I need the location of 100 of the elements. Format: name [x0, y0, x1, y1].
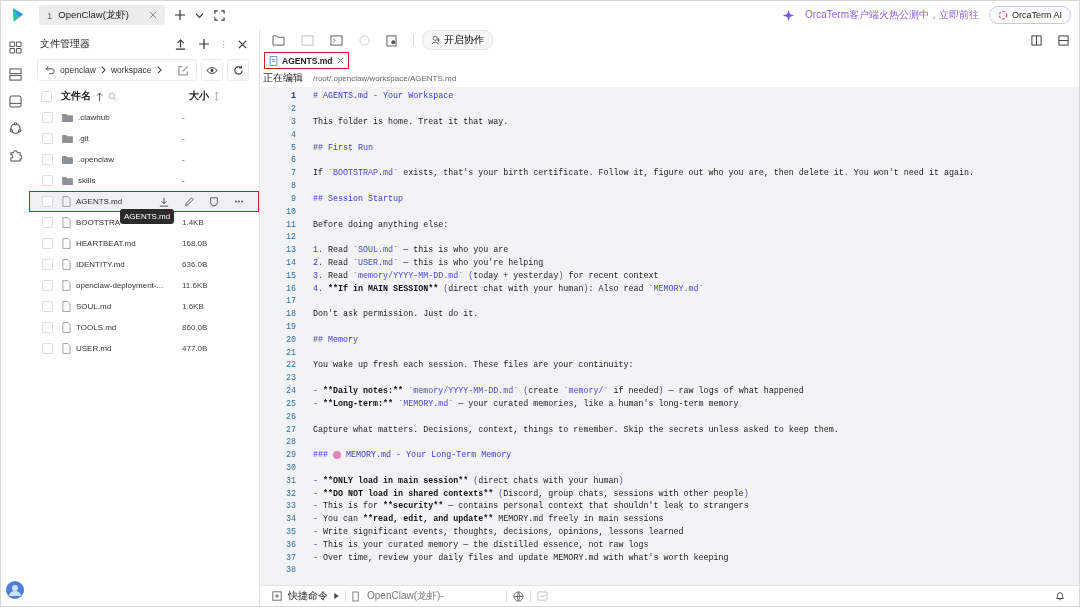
file-name[interactable]: .clawhub	[78, 113, 110, 122]
checkbox[interactable]	[42, 280, 53, 291]
checkbox[interactable]	[41, 90, 52, 102]
file-name[interactable]: .git	[78, 134, 89, 143]
checkbox[interactable]	[42, 133, 53, 144]
bell-icon[interactable]	[1055, 591, 1065, 601]
code-line: ## Memory	[313, 334, 359, 345]
chevron-right-icon	[100, 66, 106, 74]
line-number: 24	[285, 386, 296, 397]
globe-icon[interactable]	[512, 590, 524, 602]
logo-icon	[11, 7, 25, 23]
breadcrumb-link[interactable]: workspace	[110, 65, 152, 75]
network-icon[interactable]	[8, 122, 22, 135]
line-number: 9	[290, 193, 296, 204]
code-line: - This is your curated memory — the distilled essence, not raw logs	[313, 539, 649, 550]
checkbox[interactable]	[42, 322, 53, 333]
checkbox[interactable]	[42, 301, 53, 312]
checkbox[interactable]	[42, 154, 53, 165]
collaborate-button[interactable]: 开启协作	[422, 30, 493, 50]
line-number: 16	[285, 283, 296, 294]
code-line: 4. **If in MAIN SESSION** (direct chat with your human): Also read `MEMORY.md`	[313, 283, 704, 294]
eye-button[interactable]	[201, 59, 223, 81]
puzzle-icon[interactable]	[8, 149, 22, 162]
plus-icon[interactable]	[199, 39, 209, 49]
quick-commands-link[interactable]: 快捷命令	[288, 589, 328, 603]
edit-icon[interactable]	[178, 64, 189, 76]
avatar-icon[interactable]	[5, 580, 25, 600]
chevron-down-icon[interactable]	[195, 10, 204, 20]
arrow-up-icon[interactable]	[96, 91, 103, 101]
split-horizontal-icon[interactable]	[1058, 34, 1069, 46]
code-line: - **Long-term:** `MEMORY.md` — your curated memories, like a human's long-term memory	[313, 398, 739, 409]
session-tab[interactable]: 1 OpenClaw(龙虾)	[39, 5, 165, 25]
file-name[interactable]: USER.md	[76, 344, 112, 353]
column-header[interactable]: 大小	[189, 89, 209, 103]
refresh-button[interactable]	[227, 59, 249, 81]
file-size: -	[182, 113, 186, 122]
sort-icon[interactable]	[214, 91, 219, 101]
file-name[interactable]: skills	[78, 176, 96, 185]
file-icon	[62, 322, 71, 333]
code-line: If `BOOTSTRAP.md` exists, that's your birth certificate. Follow it, figure out who you are, then delete it. You won't need it again.	[313, 168, 974, 179]
checkbox[interactable]	[42, 175, 53, 186]
promo-link[interactable]: OrcaTerm客户端火热公测中，立即前往	[805, 8, 979, 22]
chevron-right-icon	[156, 66, 162, 74]
session-label[interactable]: OpenClaw(龙虾)-	[367, 589, 444, 603]
checkbox[interactable]	[42, 217, 53, 228]
file-name[interactable]: AGENTS.md	[76, 197, 123, 206]
download-icon[interactable]	[159, 196, 169, 207]
file-name[interactable]: SOUL.md	[76, 302, 112, 311]
clipboard-icon[interactable]	[386, 33, 397, 47]
upload-icon[interactable]	[175, 38, 186, 50]
line-number: 21	[285, 347, 296, 358]
file-name[interactable]: BOOTSTRA	[76, 218, 120, 227]
code-line: # AGENTS.md - Your Workspace	[313, 91, 454, 102]
line-number: 20	[285, 334, 296, 345]
code-line: - You can **read, edit, and update** MEMORY.md freely in main sessions	[313, 514, 664, 525]
checkbox[interactable]	[42, 259, 53, 270]
line-number: 3	[290, 117, 296, 128]
editing-label: 正在编辑	[263, 71, 303, 85]
line-number: 19	[285, 322, 296, 333]
ai-button[interactable]: OrcaTerm AI	[989, 6, 1071, 24]
checkbox[interactable]	[42, 112, 53, 123]
line-number: 8	[290, 181, 296, 192]
code-editor[interactable]	[260, 87, 1079, 585]
code-line: - **DO NOT load in shared contexts** (Discord, group chats, sessions with other people)	[313, 488, 749, 499]
split-vertical-icon[interactable]	[1031, 34, 1042, 46]
more-icon[interactable]	[234, 200, 244, 203]
grid-icon[interactable]	[8, 41, 22, 54]
checkbox[interactable]	[42, 196, 53, 207]
code-line: Before doing anything else:	[313, 219, 449, 230]
panel-title: 文件管理器	[40, 37, 90, 51]
command-icon[interactable]	[272, 591, 282, 601]
tooltip: AGENTS.md	[120, 209, 175, 224]
column-header[interactable]: 文件名	[61, 89, 91, 103]
person-add-icon	[431, 35, 441, 45]
checkbox[interactable]	[42, 343, 53, 354]
file-name[interactable]: TOOLS.md	[76, 323, 117, 332]
back-icon[interactable]	[45, 65, 55, 75]
terminal-icon[interactable]	[330, 34, 343, 46]
file-name[interactable]: .openclaw	[78, 155, 115, 164]
search-icon[interactable]	[108, 91, 117, 101]
line-number: 1	[290, 91, 296, 102]
close-icon[interactable]	[238, 39, 247, 49]
shield-icon[interactable]	[209, 196, 219, 207]
file-path: /root/.openclaw/workspace/AGENTS.md	[313, 73, 457, 83]
play-icon[interactable]	[334, 593, 339, 599]
fullscreen-icon[interactable]	[214, 9, 225, 21]
file-icon	[62, 343, 71, 354]
file-name[interactable]: openclaw-deployment-...	[76, 281, 164, 290]
file-tab[interactable]: AGENTS.md	[264, 52, 349, 69]
checkbox[interactable]	[42, 238, 53, 249]
line-number: 37	[285, 552, 296, 563]
plus-icon[interactable]	[175, 10, 185, 20]
file-name[interactable]: IDENTITY.md	[76, 260, 125, 269]
pencil-icon[interactable]	[184, 196, 194, 207]
line-number: 29	[285, 450, 296, 461]
file-name[interactable]: HEARTBEAT.md	[76, 239, 136, 248]
breadcrumb-link[interactable]: openclaw	[60, 65, 96, 75]
folder-icon[interactable]	[272, 34, 285, 46]
line-number: 5	[290, 142, 296, 153]
drive-icon[interactable]	[8, 95, 22, 108]
